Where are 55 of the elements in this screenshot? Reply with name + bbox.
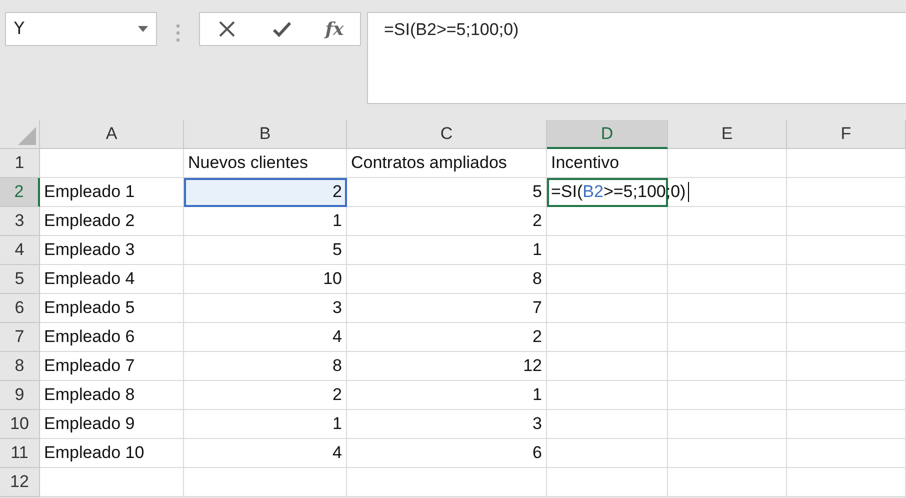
column-header[interactable]: E: [668, 120, 787, 149]
table-cell: 5: [184, 236, 347, 265]
row-header[interactable]: 1: [0, 149, 40, 178]
table-cell: 6: [347, 439, 547, 468]
row-header[interactable]: 7: [0, 323, 40, 352]
table-cell: 2: [347, 207, 547, 236]
table-cell: 1: [184, 410, 347, 439]
table-cell: Empleado 5: [40, 294, 184, 323]
name-box[interactable]: Y: [5, 12, 157, 46]
table-cell: Empleado 9: [40, 410, 184, 439]
table-cell: 1: [184, 207, 347, 236]
row-header[interactable]: 10: [0, 410, 40, 439]
table-cell: 2: [184, 381, 347, 410]
table-cell: 5: [347, 178, 547, 207]
table-cell: Empleado 7: [40, 352, 184, 381]
table-cell: 4: [184, 439, 347, 468]
row-header[interactable]: 6: [0, 294, 40, 323]
table-cell: 1: [347, 381, 547, 410]
column-header[interactable]: C: [347, 120, 547, 149]
table-cell: 7: [347, 294, 547, 323]
row-header[interactable]: 9: [0, 381, 40, 410]
dropdown-caret-icon: [138, 26, 148, 32]
table-cell: Empleado 6: [40, 323, 184, 352]
drag-handle-icon[interactable]: [176, 24, 180, 42]
table-cell: 12: [347, 352, 547, 381]
table-cell: 10: [184, 265, 347, 294]
table-cell: Empleado 2: [40, 207, 184, 236]
table-cell: Contratos ampliados: [347, 149, 547, 178]
row-header[interactable]: 11: [0, 439, 40, 468]
insert-function-button[interactable]: fx: [321, 18, 348, 40]
table-cell: Incentivo: [547, 149, 668, 178]
row-header[interactable]: 4: [0, 236, 40, 265]
table-cell: Empleado 10: [40, 439, 184, 468]
column-header[interactable]: D: [547, 120, 668, 149]
row-header[interactable]: 8: [0, 352, 40, 381]
table-cell: 4: [184, 323, 347, 352]
formula-bar[interactable]: =SI(B2>=5;100;0): [367, 12, 906, 104]
referenced-cell: 2: [184, 178, 347, 207]
table-cell: 1: [347, 236, 547, 265]
column-header[interactable]: B: [184, 120, 347, 149]
table-cell: 2: [347, 323, 547, 352]
table-cell: 3: [347, 410, 547, 439]
row-header[interactable]: 2: [0, 178, 40, 207]
table-cell: 8: [184, 352, 347, 381]
column-header[interactable]: F: [787, 120, 906, 149]
table-cell: 8: [347, 265, 547, 294]
table-cell: Empleado 4: [40, 265, 184, 294]
triangle-icon: [18, 127, 36, 145]
table-cell: Empleado 3: [40, 236, 184, 265]
table-cell: 3: [184, 294, 347, 323]
table-cell: Empleado 8: [40, 381, 184, 410]
row-header[interactable]: 5: [0, 265, 40, 294]
row-header[interactable]: 3: [0, 207, 40, 236]
column-header[interactable]: A: [40, 120, 184, 149]
row-header[interactable]: 12: [0, 468, 40, 497]
